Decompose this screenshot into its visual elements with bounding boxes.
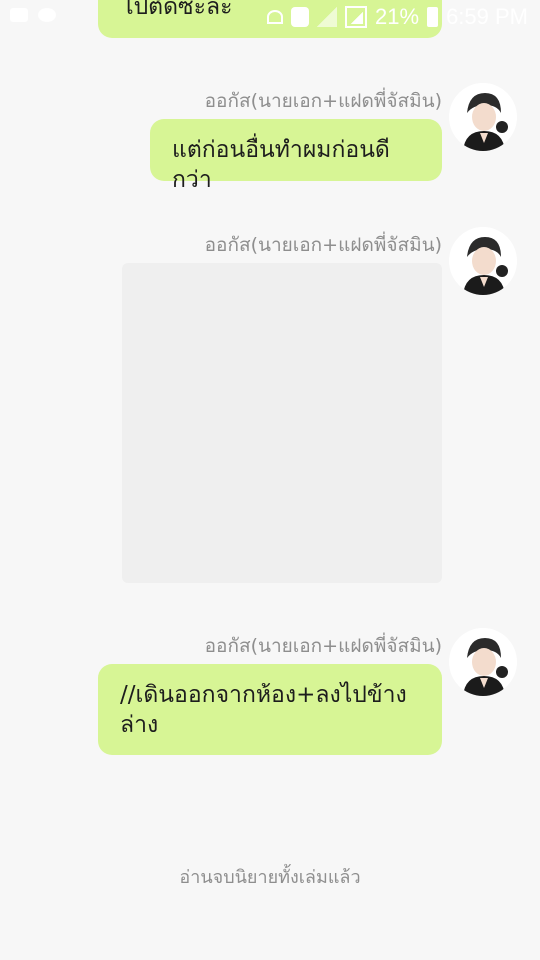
avatar-image — [449, 83, 517, 151]
message-text: แต่ก่อนอื่นทำผมก่อนดีกว่า — [172, 137, 390, 193]
image-message[interactable] — [122, 263, 442, 583]
sender-name: ออกัส(นายเอก+แฝดพี่จัสมิน) — [204, 234, 442, 256]
sender-name: ออกัส(นายเอก+แฝดพี่จัสมิน) — [204, 635, 442, 657]
notification-icon — [10, 8, 28, 22]
message-text: //เดินออกจากห้อง+ลงไปข้าง ล่าง — [120, 682, 407, 738]
phone-icon — [291, 7, 310, 27]
wifi-calling-icon — [267, 10, 284, 24]
avatar[interactable] — [449, 83, 517, 151]
signal-1-icon — [317, 7, 338, 27]
wechat-icon — [38, 8, 56, 22]
status-left — [10, 8, 56, 22]
message-bubble[interactable]: //เดินออกจากห้อง+ลงไปข้าง ล่าง — [98, 664, 442, 755]
status-bar: 21% 6:59 PM — [0, 0, 540, 38]
status-time: 6:59 PM — [446, 4, 528, 29]
avatar-image — [449, 628, 517, 696]
avatar-image — [449, 227, 517, 295]
battery-percent: 21% — [375, 4, 420, 29]
status-right: 21% 6:59 PM — [267, 4, 528, 30]
message-bubble[interactable]: แต่ก่อนอื่นทำผมก่อนดีกว่า — [150, 119, 442, 193]
avatar[interactable] — [449, 227, 517, 295]
signal-2-icon — [345, 6, 368, 28]
sender-name: ออกัส(นายเอก+แฝดพี่จัสมิน) — [204, 90, 442, 112]
end-of-story-note: อ่านจบนิยายทั้งเล่มแล้ว — [179, 867, 361, 888]
avatar[interactable] — [449, 628, 517, 696]
battery-icon — [427, 7, 439, 27]
